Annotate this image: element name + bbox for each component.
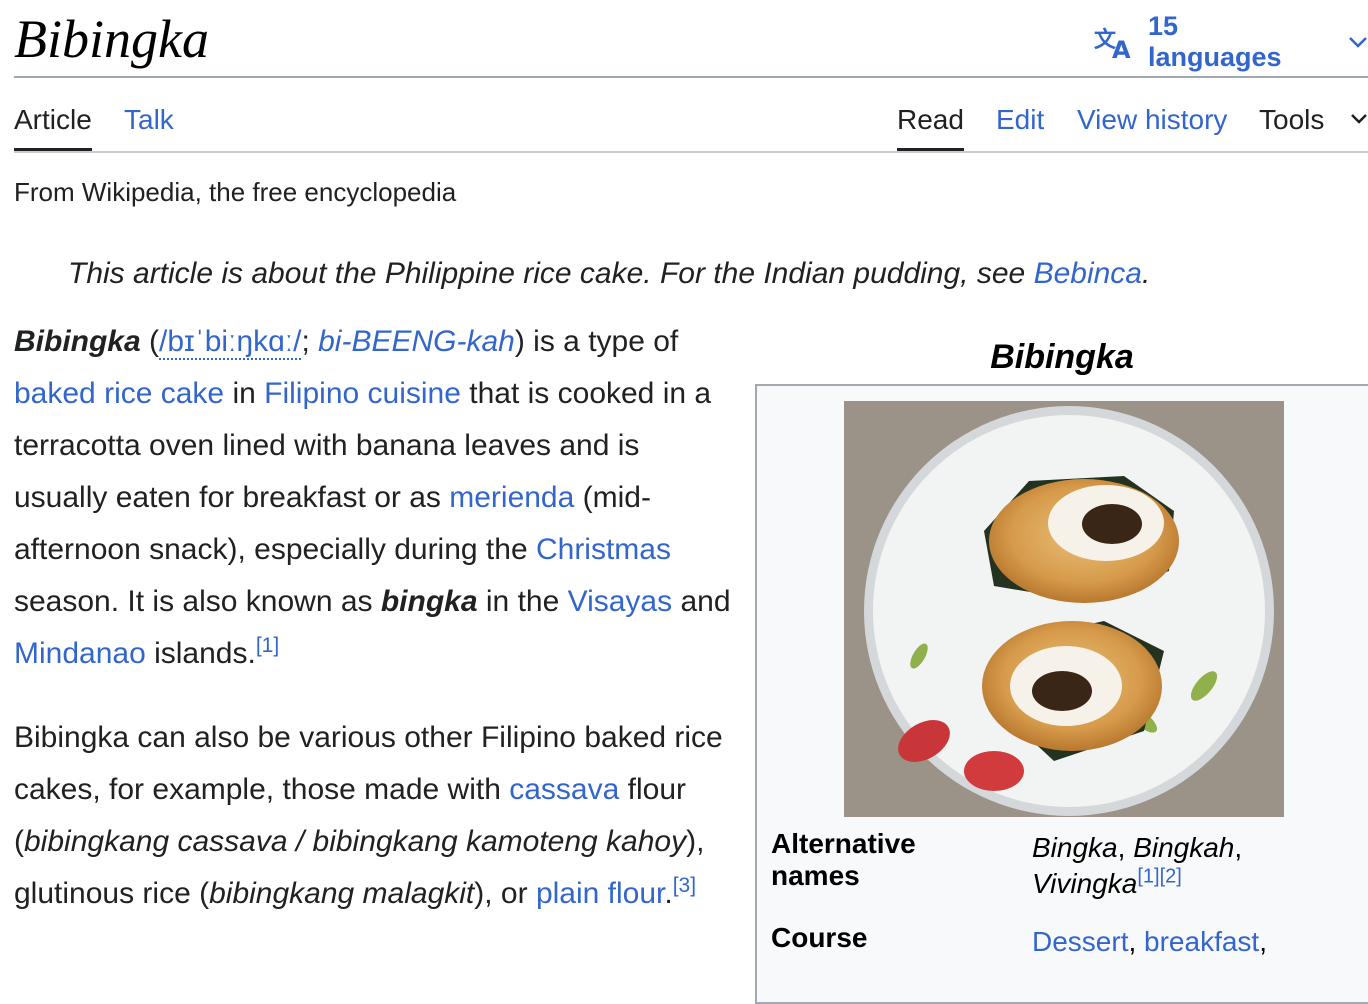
text: in the [477, 585, 568, 618]
text: islands. [145, 637, 256, 670]
italic-term: bibingkang malagkit [209, 877, 475, 910]
hatnote-end: . [1141, 257, 1151, 290]
infobox-label-course: Course [771, 922, 868, 953]
svg-text:A: A [1112, 36, 1131, 59]
italic-term: bibingkang cassava / bibingkang kamoteng… [24, 825, 687, 858]
text: . [664, 877, 673, 910]
hatnote-text: This article is about the Philippine ric… [68, 257, 1034, 290]
hatnote: This article is about the Philippine ric… [68, 254, 1150, 294]
page-title: Bibingka [14, 9, 209, 69]
link-cassava[interactable]: cassava [509, 773, 619, 806]
link-baked-rice-cake[interactable]: baked rice cake [14, 377, 224, 410]
translate-icon: 文 A [1094, 25, 1136, 59]
title-divider [14, 76, 1368, 78]
text: ( [140, 325, 160, 358]
lead-paragraph: Bibingka (/bɪˈbiːŋkɑː/; bi-BEENG-kah) is… [14, 316, 734, 680]
link-ipa[interactable]: /bɪˈbiːŋkɑː/ [159, 325, 302, 360]
tabs-divider [14, 151, 1368, 153]
infobox-caption: Bibingka [990, 338, 1134, 376]
link-breakfast[interactable]: breakfast [1144, 926, 1259, 957]
citation-ref-3[interactable]: [3] [673, 874, 696, 897]
text: in [224, 377, 265, 410]
tab-article[interactable]: Article [14, 100, 92, 140]
text: ) is a type of [514, 325, 679, 358]
infobox-label-alternative-names: Alternative names [771, 828, 916, 891]
link-visayas[interactable]: Visayas [568, 585, 673, 618]
link-bebinca[interactable]: Bebinca [1034, 257, 1142, 290]
languages-button[interactable]: 文 A 15 languages [1094, 11, 1368, 72]
citation-ref-1[interactable]: [1] [256, 634, 279, 657]
term-bold: Bibingka [14, 325, 141, 358]
site-tagline: From Wikipedia, the free encyclopedia [14, 177, 457, 207]
link-plain-flour[interactable]: plain flour [536, 877, 664, 910]
chevron-down-icon [1348, 35, 1368, 49]
text: ), or [474, 877, 536, 910]
chevron-down-icon[interactable] [1350, 112, 1368, 131]
tab-talk[interactable]: Talk [124, 100, 174, 140]
link-filipino-cuisine[interactable]: Filipino cuisine [264, 377, 461, 410]
citation-ref-1-2[interactable]: [1][2] [1137, 866, 1181, 888]
tab-read[interactable]: Read [897, 100, 964, 140]
tab-edit[interactable]: Edit [996, 100, 1044, 140]
link-respelling[interactable]: bi-BEENG-kah [318, 325, 515, 358]
text: and [672, 585, 731, 618]
link-merienda[interactable]: merienda [449, 481, 574, 514]
infobox-image[interactable] [844, 401, 1284, 817]
link-mindanao[interactable]: Mindanao [14, 637, 146, 670]
infobox-value-course: Dessert, breakfast, [1032, 926, 1267, 957]
infobox-value-alternative-names: Bingka, Bingkah, Vivingka[1][2] [1032, 832, 1243, 899]
text: ; [301, 325, 319, 358]
text: season. It is also known as [14, 585, 381, 618]
paragraph-2: Bibingka can also be various other Filip… [14, 712, 734, 920]
link-dessert[interactable]: Dessert [1032, 926, 1128, 957]
tab-view-history[interactable]: View history [1077, 100, 1227, 140]
link-christmas[interactable]: Christmas [536, 533, 671, 566]
languages-label: 15 languages [1148, 11, 1282, 72]
tools-menu-button[interactable]: Tools [1259, 100, 1324, 140]
term-bingka: bingka [380, 585, 478, 618]
